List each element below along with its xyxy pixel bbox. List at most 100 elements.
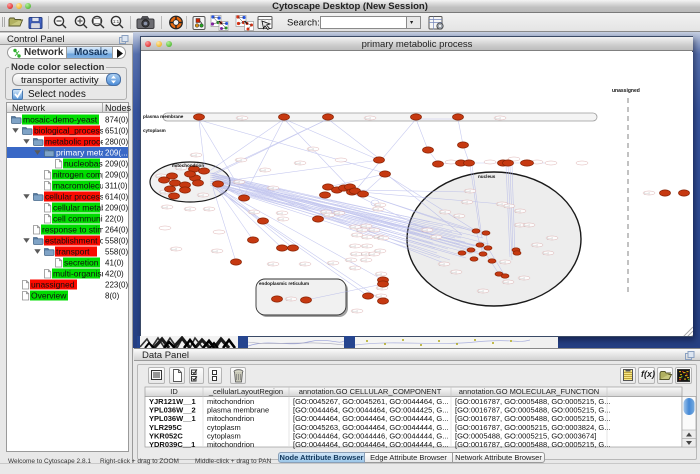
svg-text:[----]: [----] (199, 193, 204, 197)
svg-text:311(0): 311(0) (105, 181, 128, 190)
svg-text:[----]: [----] (455, 214, 460, 218)
svg-text:endoplasmic reticulum: endoplasmic reticulum (259, 281, 309, 286)
svg-text:[----]: [----] (192, 153, 197, 157)
svg-text:Search:: Search: (287, 18, 320, 29)
svg-text:[----]: [----] (279, 217, 284, 221)
svg-text:651(0): 651(0) (105, 126, 128, 135)
svg-text:[----]: [----] (351, 244, 356, 248)
svg-text:annotation.GO MOLECULAR_FUNCTI: annotation.GO MOLECULAR_FUNCTION (459, 387, 599, 396)
svg-text:[----]: [----] (237, 158, 242, 162)
svg-text:[----]: [----] (353, 233, 358, 237)
svg-text:874(0): 874(0) (105, 115, 128, 124)
svg-text:cellular process: cellular process (45, 191, 104, 201)
svg-text:nucleus: nucleus (478, 174, 496, 179)
svg-text:[----]: [----] (347, 258, 352, 262)
svg-text:transport: transport (56, 246, 90, 256)
svg-text:[----]: [----] (278, 211, 283, 215)
svg-text:mitochondrion: mitochondrion (207, 440, 254, 449)
svg-text:unassigned: unassigned (31, 279, 75, 289)
svg-text:[----]: [----] (548, 236, 553, 240)
svg-text:metabolic process: metabolic process (45, 136, 114, 146)
svg-text:[----]: [----] (353, 309, 358, 313)
svg-text:[----]: [----] (269, 186, 274, 190)
svg-text:558(0): 558(0) (105, 247, 128, 256)
svg-text:22(0): 22(0) (105, 214, 124, 223)
svg-text:[----]: [----] (376, 249, 381, 253)
svg-text:annotation.GO CELLULAR_COMPONE: annotation.GO CELLULAR_COMPONENT (299, 387, 442, 396)
svg-text:[----]: [----] (504, 280, 509, 284)
svg-text:[----]: [----] (335, 211, 340, 215)
svg-text:[----]: [----] (370, 228, 375, 232)
svg-text:[----]: [----] (520, 276, 525, 280)
svg-text:cellular metabo: cellular metabo (53, 202, 111, 212)
svg-text:[----]: [----] (287, 297, 292, 301)
svg-text:614(0): 614(0) (105, 192, 128, 201)
svg-text:42(0): 42(0) (105, 269, 124, 278)
svg-text:[----]: [----] (544, 251, 549, 255)
svg-text:[----]: [----] (376, 203, 381, 207)
svg-text:[----]: [----] (377, 294, 382, 298)
svg-text:[----]: [----] (358, 228, 363, 232)
svg-text:[----]: [----] (432, 235, 437, 239)
svg-text:[----]: [----] (496, 116, 501, 120)
svg-text:[----]: [----] (516, 223, 521, 227)
svg-text:biological_process: biological_process (34, 125, 104, 135)
svg-text:nitrogen compo: nitrogen compo (53, 169, 112, 179)
svg-text:209(0): 209(0) (105, 159, 128, 168)
svg-text:[GO:0016787, GO:0005488, GO:00: [GO:0016787, GO:0005488, GO:0005215, G..… (455, 440, 611, 449)
svg-text:264(0): 264(0) (105, 225, 128, 234)
svg-text:209(0): 209(0) (105, 203, 128, 212)
svg-text:[----]: [----] (366, 116, 371, 120)
svg-text:[----]: [----] (351, 225, 356, 229)
svg-text:ID: ID (170, 387, 178, 396)
svg-text:[----]: [----] (423, 228, 428, 232)
svg-text:[----]: [----] (516, 209, 521, 213)
svg-text:secretion: secretion (64, 257, 99, 267)
svg-text:Overview: Overview (31, 290, 67, 300)
svg-text:[----]: [----] (301, 262, 306, 266)
svg-text:response to stimul: response to stimul (42, 224, 111, 234)
svg-text:[----]: [----] (466, 189, 471, 193)
svg-text:8(0): 8(0) (105, 291, 120, 300)
svg-text:[----]: [----] (186, 207, 191, 211)
svg-text:209(0): 209(0) (105, 170, 128, 179)
svg-text:[----]: [----] (441, 210, 446, 214)
svg-text:[----]: [----] (501, 260, 506, 264)
svg-text:223(0): 223(0) (105, 280, 128, 289)
svg-text:mosaic-demo-yeast: mosaic-demo-yeast (23, 114, 98, 124)
svg-text:[----]: [----] (163, 205, 168, 209)
svg-text:[----]: [----] (213, 249, 218, 253)
svg-text:[----]: [----] (296, 161, 301, 165)
svg-text:mitochondrion: mitochondrion (172, 163, 204, 168)
svg-text:[----]: [----] (351, 266, 356, 270)
svg-text:[----]: [----] (325, 213, 330, 217)
svg-text:[GO:0044464, GO:0044464, GO:00: [GO:0044464, GO:0044464, GO:0044444, G..… (293, 440, 449, 449)
svg-text:[----]: [----] (363, 235, 368, 239)
svg-text:1:1: 1:1 (113, 19, 120, 24)
svg-text:[----]: [----] (172, 247, 177, 251)
svg-text:[----]: [----] (269, 262, 274, 266)
svg-text:[----]: [----] (533, 243, 538, 247)
svg-text:[----]: [----] (362, 224, 367, 228)
svg-text:[----]: [----] (377, 272, 382, 276)
svg-text:plasma membrane: plasma membrane (143, 114, 184, 119)
svg-text:nucleobase-: nucleobase- (64, 158, 110, 168)
svg-text:YDR039C__1: YDR039C__1 (149, 440, 195, 449)
svg-text:[----]: [----] (645, 191, 650, 195)
svg-text:209(...: 209(... (105, 148, 128, 157)
svg-text:[----]: [----] (498, 202, 503, 206)
svg-text:[----]: [----] (238, 116, 243, 120)
svg-text:[----]: [----] (362, 252, 367, 256)
svg-text:558(0): 558(0) (105, 236, 128, 245)
svg-text:[----]: [----] (379, 236, 384, 240)
svg-text:_cellularLayoutRegion: _cellularLayoutRegion (208, 387, 283, 396)
svg-text:[----]: [----] (525, 223, 530, 227)
svg-text:[----]: [----] (261, 168, 266, 172)
svg-text:[----]: [----] (362, 258, 367, 262)
svg-text:[----]: [----] (452, 270, 457, 274)
svg-text:[----]: [----] (463, 200, 468, 204)
svg-text:41(0): 41(0) (105, 258, 124, 267)
svg-text:[----]: [----] (250, 210, 255, 214)
svg-text:[----]: [----] (235, 180, 240, 184)
svg-text:[----]: [----] (352, 252, 357, 256)
